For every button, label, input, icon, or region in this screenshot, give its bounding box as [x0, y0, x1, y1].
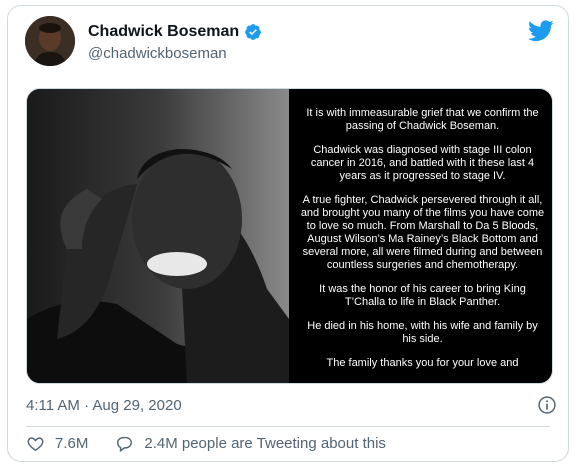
divider [26, 426, 550, 427]
like-button[interactable]: 7.6M [26, 434, 88, 453]
statement-paragraph: Chadwick was diagnosed with stage III co… [310, 144, 535, 182]
tweet-timestamp[interactable]: 4:11 AM · Aug 29, 2020 [26, 397, 182, 414]
conversation-button[interactable]: 2.4M people are Tweeting about this [115, 434, 386, 453]
author-name[interactable]: Chadwick Boseman [88, 23, 239, 41]
twitter-bird-icon[interactable] [528, 20, 554, 42]
statement-paragraph: He died in his home, with his wife and f… [307, 320, 538, 345]
info-icon[interactable] [537, 395, 557, 415]
verified-badge-icon [245, 24, 262, 40]
author-handle[interactable]: @chadwickboseman [88, 45, 227, 62]
statement-image: It is with immeasurable grief that we co… [291, 89, 552, 383]
avatar[interactable] [25, 16, 75, 66]
statement-paragraph: It is with immeasurable grief that we co… [306, 107, 539, 132]
statement-paragraph: A true fighter, Chadwick persevered thro… [300, 194, 545, 271]
statement-paragraph: It was the honor of his career to bring … [319, 283, 526, 308]
statement-paragraph: The family thanks you for your love and [326, 357, 519, 369]
conversation-label: 2.4M people are Tweeting about this [144, 435, 386, 452]
tweet-media[interactable]: It is with immeasurable grief that we co… [26, 88, 553, 384]
heart-icon [27, 437, 44, 452]
portrait-photo [27, 89, 289, 383]
speech-bubble-icon [117, 436, 133, 452]
like-count: 7.6M [55, 435, 89, 452]
tweet-card: Chadwick Boseman @chadwickboseman It is … [7, 5, 569, 462]
